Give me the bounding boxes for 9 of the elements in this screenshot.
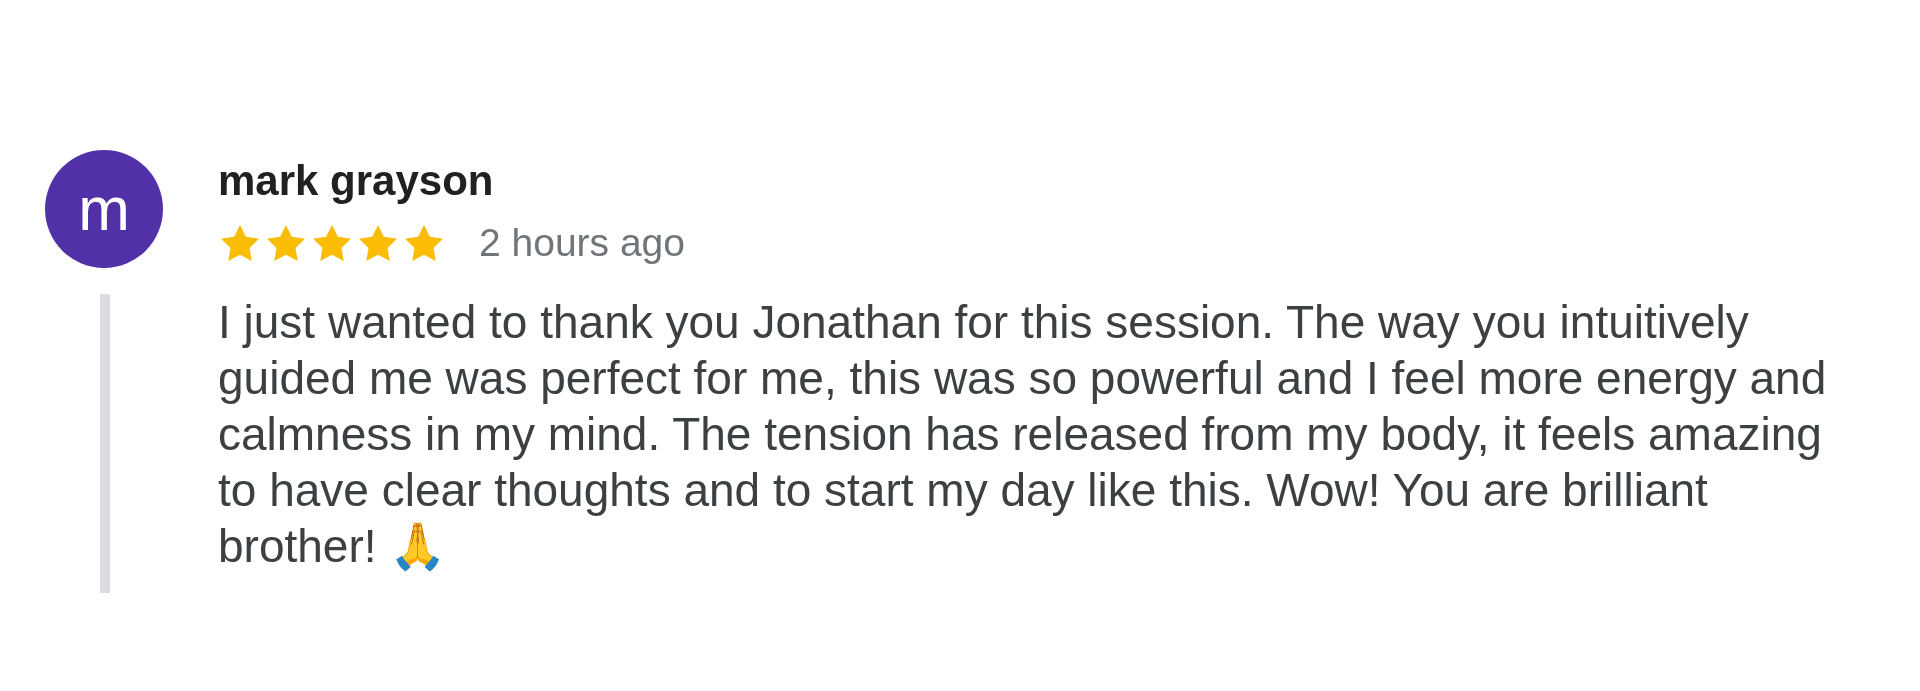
reviewer-name: mark grayson xyxy=(218,158,495,204)
star-icon xyxy=(313,225,351,261)
review-time: 2 hours ago xyxy=(479,223,685,263)
star-icon xyxy=(267,225,305,261)
star-icon xyxy=(405,225,443,261)
review-text: I just wanted to thank you Jonathan for this session. The way you intuitively guided me was perfect for me, this was so powerful and I feel more energy and calmness in my mind. The tension has released from my body, it feels amazing to have clear thoughts and to start my day like this. Wow! You are brilliant brother! 🙏 xyxy=(218,295,1828,574)
star-icon xyxy=(359,225,397,261)
avatar: m xyxy=(45,150,163,268)
star-icon xyxy=(221,225,259,261)
